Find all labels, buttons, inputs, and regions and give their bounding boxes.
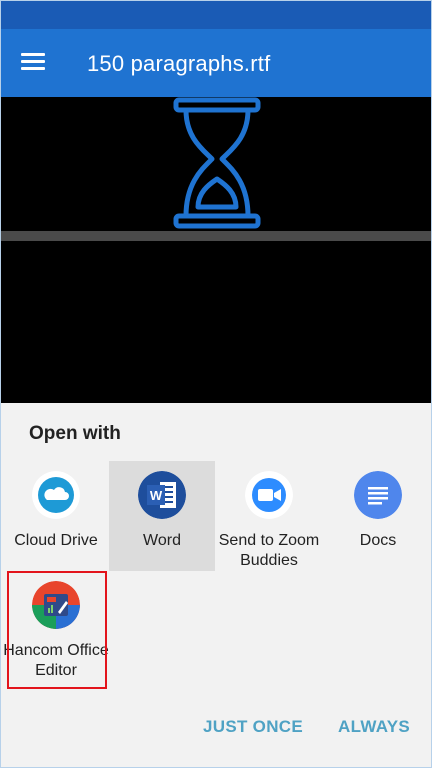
progress-track [1, 231, 431, 241]
status-bar [1, 1, 431, 29]
app-label: Hancom Office Editor [3, 642, 109, 679]
app-label: Word [143, 532, 181, 549]
app-label: Docs [359, 532, 397, 549]
menu-icon[interactable] [21, 51, 45, 73]
hourglass-icon [173, 97, 261, 229]
sheet-title: Open with [29, 423, 121, 444]
always-button[interactable]: ALWAYS [338, 717, 410, 737]
app-label: Send to Zoom Buddies [218, 532, 320, 569]
svg-text:W: W [150, 488, 163, 503]
app-option-docs[interactable]: Docs [325, 461, 431, 571]
word-icon: W [138, 471, 186, 519]
app-label: Cloud Drive [14, 532, 98, 549]
cloud-drive-icon [32, 471, 80, 519]
document-title: 150 paragraphs.rtf [87, 51, 271, 76]
document-preview [1, 97, 431, 403]
just-once-button[interactable]: JUST ONCE [203, 717, 303, 737]
open-with-sheet: Open with Cloud Drive W Word Send to Zoo… [1, 403, 431, 767]
app-option-hancom-office[interactable]: Hancom Office Editor [3, 571, 109, 681]
app-option-word[interactable]: W Word [109, 461, 215, 571]
docs-icon [354, 471, 402, 519]
app-option-zoom-buddies[interactable]: Send to Zoom Buddies [216, 461, 322, 571]
hancom-office-icon [32, 581, 80, 629]
app-option-cloud-drive[interactable]: Cloud Drive [3, 461, 109, 571]
app-bar: 150 paragraphs.rtf [1, 29, 431, 97]
phone-screen: 150 paragraphs.rtf Open with Cloud Drive [0, 0, 432, 768]
zoom-icon [245, 471, 293, 519]
